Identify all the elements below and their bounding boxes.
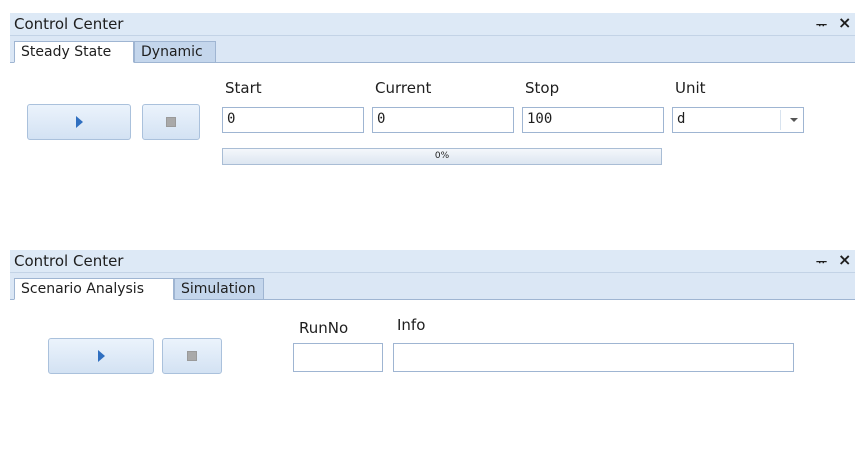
- unit-label: Unit: [675, 79, 706, 97]
- stop-icon: [166, 117, 176, 127]
- run-button[interactable]: [27, 104, 131, 140]
- panel-title: Control Center: [14, 15, 124, 33]
- play-icon: [76, 116, 83, 128]
- runno-field[interactable]: [293, 343, 383, 372]
- stop-label: Stop: [525, 79, 560, 97]
- panel-titlebar: Control Center ᅲ ×: [10, 13, 855, 36]
- tab-simulation[interactable]: Simulation: [174, 278, 264, 300]
- stop-button[interactable]: [162, 338, 222, 374]
- panel-title: Control Center: [14, 252, 124, 270]
- runno-label: RunNo: [299, 319, 349, 337]
- tab-dynamic[interactable]: Dynamic: [134, 41, 216, 63]
- pin-icon[interactable]: ᅲ: [816, 253, 827, 270]
- tab-scenario-analysis[interactable]: Scenario Analysis: [14, 278, 174, 300]
- chevron-down-icon[interactable]: [790, 118, 798, 122]
- progress-text: 0%: [434, 151, 450, 161]
- tab-steady-state[interactable]: Steady State: [14, 41, 134, 63]
- control-center-panel-bottom: Control Center ᅲ × Scenario Analysis Sim…: [10, 250, 855, 475]
- panel-titlebar: Control Center ᅲ ×: [10, 250, 855, 273]
- stop-field[interactable]: 100: [522, 107, 664, 133]
- tab-strip: Steady State Dynamic: [10, 36, 855, 63]
- dropdown-separator: [780, 110, 781, 130]
- control-center-panel-top: Control Center ᅲ × Steady State Dynamic …: [10, 13, 855, 243]
- unit-value: d: [677, 111, 686, 127]
- start-label: Start: [225, 79, 262, 97]
- current-field[interactable]: 0: [372, 107, 514, 133]
- start-field[interactable]: 0: [222, 107, 364, 133]
- tab-strip: Scenario Analysis Simulation: [10, 273, 855, 300]
- play-icon: [98, 350, 105, 362]
- current-label: Current: [375, 79, 432, 97]
- progress-bar: 0%: [222, 148, 662, 165]
- pin-icon[interactable]: ᅲ: [816, 16, 827, 33]
- info-field[interactable]: [393, 343, 794, 372]
- stop-button[interactable]: [142, 104, 200, 140]
- stop-icon: [187, 351, 197, 361]
- close-icon[interactable]: ×: [838, 13, 851, 32]
- close-icon[interactable]: ×: [838, 250, 851, 269]
- info-label: Info: [397, 316, 426, 334]
- unit-dropdown[interactable]: d: [672, 107, 804, 133]
- run-button[interactable]: [48, 338, 154, 374]
